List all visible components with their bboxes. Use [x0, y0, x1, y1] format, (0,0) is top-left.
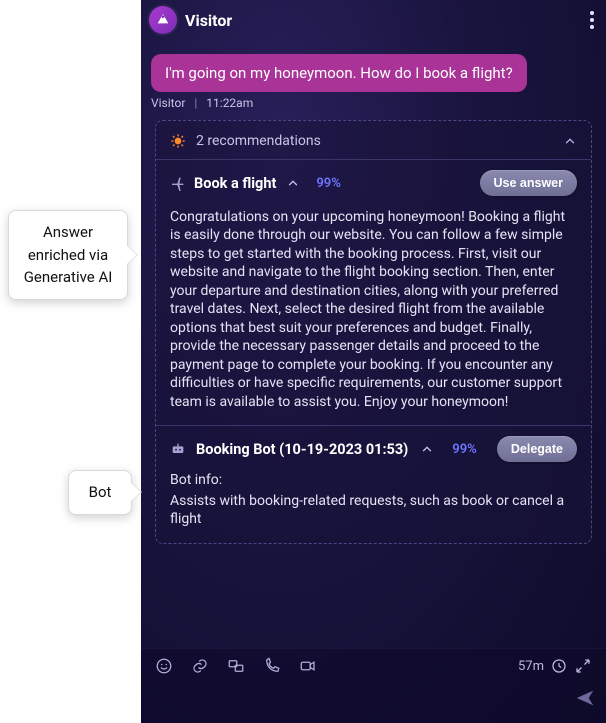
recommendation-item: Book a flight 99% Use answer Congratulat… [156, 160, 591, 425]
call-button[interactable] [263, 657, 281, 675]
timer-value: 57m [518, 659, 544, 674]
expand-icon [574, 657, 592, 675]
transfer-icon [227, 657, 245, 675]
smile-icon [155, 657, 173, 675]
send-icon [574, 687, 596, 709]
composer-input-row [141, 681, 606, 723]
visitor-message-text: I'm going on my honeymoon. How do I book… [165, 64, 513, 82]
confidence-score: 99% [316, 176, 340, 191]
message-time: 11:22am [206, 96, 253, 110]
collapse-recommendations-button[interactable] [563, 134, 577, 148]
message-meta: Visitor | 11:22am [151, 96, 606, 110]
pointer-icon [127, 246, 137, 264]
chat-panel: Visitor I'm going on my honeymoon. How d… [141, 0, 606, 723]
expand-button[interactable] [574, 657, 592, 675]
bot-info-text: Assists with booking-related requests, s… [170, 492, 577, 528]
delegate-button[interactable]: Delegate [497, 436, 577, 462]
visitor-message-bubble: I'm going on my honeymoon. How do I book… [151, 54, 527, 92]
visitor-avatar-icon [155, 12, 171, 28]
composer-right: 57m [518, 657, 592, 675]
meta-separator: | [194, 96, 197, 110]
recommendations-title: 2 recommendations [196, 133, 321, 149]
kebab-icon [590, 11, 594, 29]
annotation-text: Answer enriched via Generative AI [24, 223, 113, 286]
delegate-label: Delegate [511, 442, 563, 456]
pointer-icon [131, 483, 141, 501]
recommendations-card: 2 recommendations Book a flight 99% Use … [155, 120, 592, 544]
use-answer-button[interactable]: Use answer [480, 170, 577, 196]
chat-header: Visitor [141, 0, 606, 40]
video-button[interactable] [299, 657, 317, 675]
annotation-bot: Bot [68, 470, 132, 515]
use-answer-label: Use answer [494, 176, 563, 190]
collapse-item-button[interactable] [420, 442, 434, 456]
video-icon [299, 657, 317, 675]
recommendation-item-header: Book a flight 99% Use answer [170, 170, 577, 196]
phone-icon [263, 657, 281, 675]
timer-icon [550, 657, 568, 675]
flight-icon [170, 175, 186, 191]
message-input[interactable] [155, 685, 574, 713]
recommendation-body: Congratulations on your upcoming honeymo… [170, 208, 577, 411]
composer: 57m [141, 648, 606, 723]
chevron-up-icon [420, 442, 434, 456]
recommendations-header[interactable]: 2 recommendations [156, 121, 591, 159]
composer-toolbar: 57m [141, 649, 606, 681]
bot-info-label: Bot info: [170, 472, 577, 488]
message-sender: Visitor [151, 96, 185, 110]
collapse-item-button[interactable] [286, 176, 300, 190]
recommendation-item: Booking Bot (10-19-2023 01:53) 99% Deleg… [156, 426, 591, 542]
transfer-button[interactable] [227, 657, 245, 675]
visitor-name: Visitor [185, 11, 232, 30]
chevron-up-icon [286, 176, 300, 190]
annotation-generative-ai: Answer enriched via Generative AI [8, 210, 128, 300]
more-menu-button[interactable] [588, 9, 596, 31]
recommendation-title: Book a flight [194, 175, 276, 192]
chevron-up-icon [563, 134, 577, 148]
recommendation-title: Booking Bot (10-19-2023 01:53) [196, 441, 408, 458]
annotation-text: Bot [89, 483, 112, 501]
confidence-score: 99% [452, 442, 476, 457]
recommendation-item-header: Booking Bot (10-19-2023 01:53) 99% Deleg… [170, 436, 577, 462]
attach-link-button[interactable] [191, 657, 209, 675]
send-button[interactable] [574, 687, 596, 712]
emoji-button[interactable] [155, 657, 173, 675]
bot-icon [170, 441, 186, 457]
link-icon [191, 657, 209, 675]
visitor-avatar [149, 6, 177, 34]
recommendations-icon [170, 133, 186, 149]
